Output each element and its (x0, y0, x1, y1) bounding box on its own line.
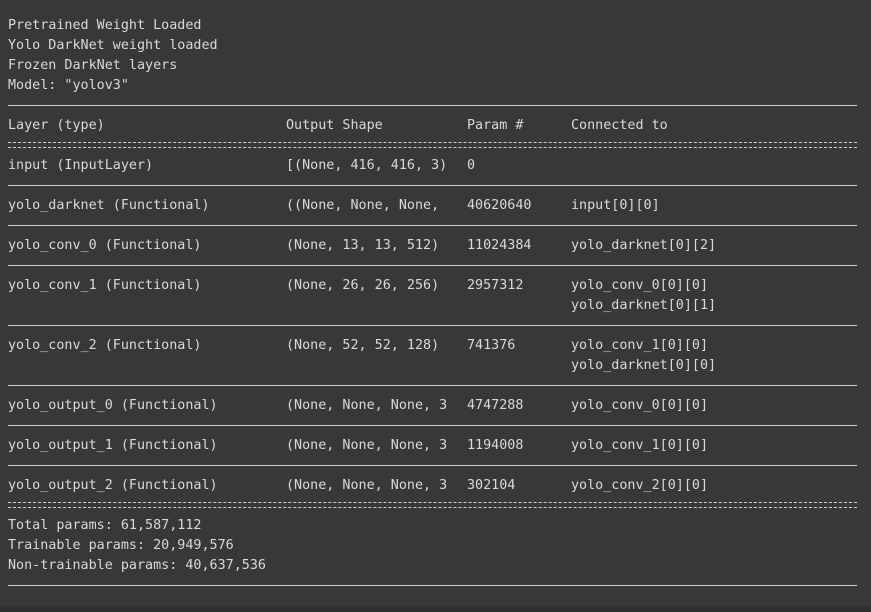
column-header-param: Param # (467, 118, 524, 133)
non-trainable-params-line: Non-trainable params: 40,637,536 (8, 558, 266, 573)
table-top-rule (0, 96, 871, 116)
shape-cell: (None, None, None, 3 (286, 398, 448, 413)
connected-cell: yolo_darknet[0][2] (571, 238, 717, 253)
row-rule (0, 216, 871, 236)
connected-cell: yolo_conv_2[0][0] (571, 478, 709, 493)
table-row: yolo_output_2 (Functional) (None, None, … (0, 476, 871, 496)
shape-cell: ((None, None, None, (286, 198, 440, 213)
table-row: yolo_conv_0 (Functional) (None, 13, 13, … (0, 236, 871, 256)
connected-cell: input[0][0] (571, 198, 660, 213)
row-rule (0, 416, 871, 436)
param-cell: 11024384 (467, 238, 532, 253)
table-bottom-rule (0, 576, 871, 596)
log-line-darknet-weights: Yolo DarkNet weight loaded (8, 38, 218, 53)
total-params-line: Total params: 61,587,112 (8, 518, 202, 533)
layer-cell: yolo_conv_2 (Functional) (8, 338, 202, 353)
row-rule (0, 316, 871, 336)
shape-cell: (None, 52, 52, 128) (286, 338, 440, 353)
layer-cell: yolo_output_1 (Functional) (8, 438, 218, 453)
table-row: yolo_conv_2 (Functional) (None, 52, 52, … (0, 336, 871, 356)
notebook-output-cell: Pretrained Weight Loaded Yolo DarkNet we… (0, 0, 871, 612)
connected-cell: yolo_darknet[0][0] (571, 358, 717, 373)
param-cell: 0 (467, 158, 476, 173)
layer-cell: yolo_output_2 (Functional) (8, 478, 218, 493)
connected-cell: yolo_conv_1[0][0] (571, 338, 709, 353)
layer-cell: yolo_output_0 (Functional) (8, 398, 218, 413)
model-name-line: Model: "yolov3" (8, 78, 129, 93)
param-cell: 302104 (467, 478, 516, 493)
table-row-continuation: yolo_darknet[0][1] (0, 296, 871, 316)
connected-cell: yolo_conv_0[0][0] (571, 278, 709, 293)
table-row: yolo_output_1 (Functional) (None, None, … (0, 436, 871, 456)
connected-cell: yolo_conv_1[0][0] (571, 438, 709, 453)
column-header-shape: Output Shape (286, 118, 383, 133)
connected-cell: yolo_conv_0[0][0] (571, 398, 709, 413)
column-header-connected: Connected to (571, 118, 668, 133)
shape-cell: (None, None, None, 3 (286, 438, 448, 453)
table-row: yolo_conv_1 (Functional) (None, 26, 26, … (0, 276, 871, 296)
row-rule (0, 256, 871, 276)
log-line-pretrained: Pretrained Weight Loaded (8, 18, 202, 33)
log-line-frozen-layers: Frozen DarkNet layers (8, 58, 178, 73)
shape-cell: (None, None, None, 3 (286, 478, 448, 493)
layer-cell: yolo_conv_0 (Functional) (8, 238, 202, 253)
param-cell: 1194008 (467, 438, 524, 453)
param-cell: 40620640 (467, 198, 532, 213)
row-rule (0, 176, 871, 196)
trainable-params-line: Trainable params: 20,949,576 (8, 538, 234, 553)
row-rule (0, 456, 871, 476)
shape-cell: [(None, 416, 416, 3) (286, 158, 448, 173)
connected-cell: yolo_darknet[0][1] (571, 298, 717, 313)
header-double-rule (0, 136, 871, 156)
param-cell: 4747288 (467, 398, 524, 413)
table-row-continuation: yolo_darknet[0][0] (0, 356, 871, 376)
table-row: input (InputLayer) [(None, 416, 416, 3) … (0, 156, 871, 176)
layer-cell: yolo_darknet (Functional) (8, 198, 210, 213)
param-cell: 741376 (467, 338, 516, 353)
row-rule (0, 376, 871, 396)
layer-cell: input (InputLayer) (8, 158, 154, 173)
shape-cell: (None, 26, 26, 256) (286, 278, 440, 293)
layer-cell: yolo_conv_1 (Functional) (8, 278, 202, 293)
totals-double-rule (0, 496, 871, 516)
table-row: yolo_output_0 (Functional) (None, None, … (0, 396, 871, 416)
summary-header-row: Layer (type) Output Shape Param # Connec… (0, 116, 871, 136)
shape-cell: (None, 13, 13, 512) (286, 238, 440, 253)
param-cell: 2957312 (467, 278, 524, 293)
output-scroll-area[interactable] (0, 606, 871, 612)
column-header-layer: Layer (type) (8, 118, 105, 133)
table-row: yolo_darknet (Functional) ((None, None, … (0, 196, 871, 216)
